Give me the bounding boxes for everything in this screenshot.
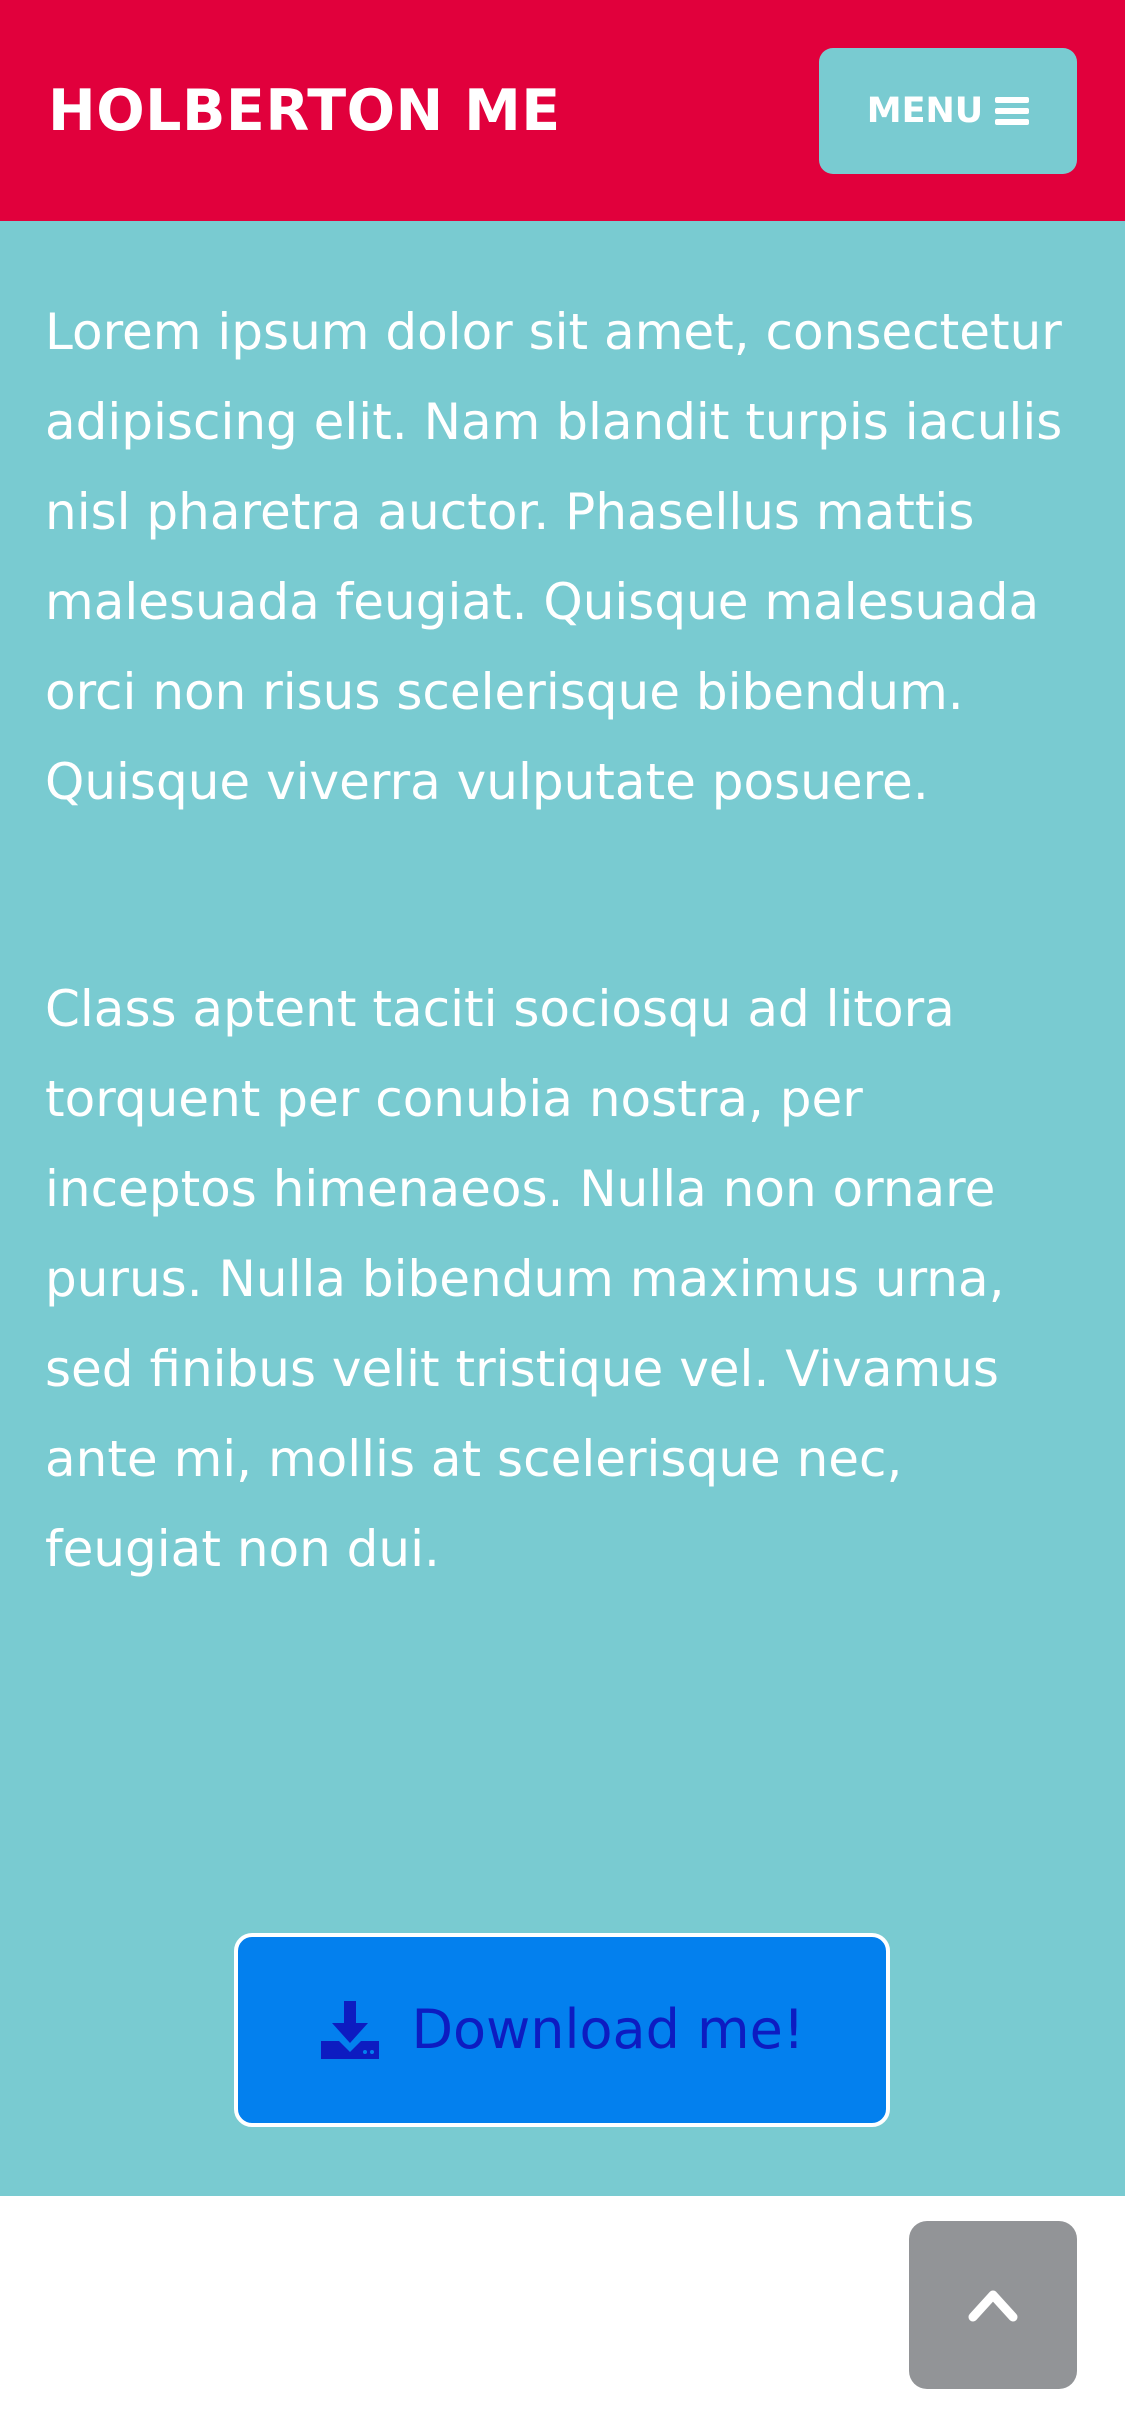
site-header: HOLBERTON ME MENU xyxy=(0,0,1125,221)
menu-label: MENU xyxy=(866,91,984,131)
hamburger-icon xyxy=(995,97,1030,125)
download-button[interactable]: Download me! xyxy=(234,1933,890,2127)
back-to-top-button[interactable] xyxy=(909,2221,1077,2389)
site-brand[interactable]: HOLBERTON ME xyxy=(48,76,561,146)
download-label: Download me! xyxy=(411,1998,805,2061)
paragraph-1: Lorem ipsum dolor sit amet, consectetur … xyxy=(45,303,1063,811)
paragraph-2: Class aptent taciti sociosqu ad litora t… xyxy=(45,980,1005,1578)
menu-button[interactable]: MENU xyxy=(819,48,1077,174)
chevron-up-icon xyxy=(968,2290,1018,2322)
main-content: Lorem ipsum dolor sit amet, consectetur … xyxy=(0,221,1125,2196)
download-icon xyxy=(321,2001,380,2059)
